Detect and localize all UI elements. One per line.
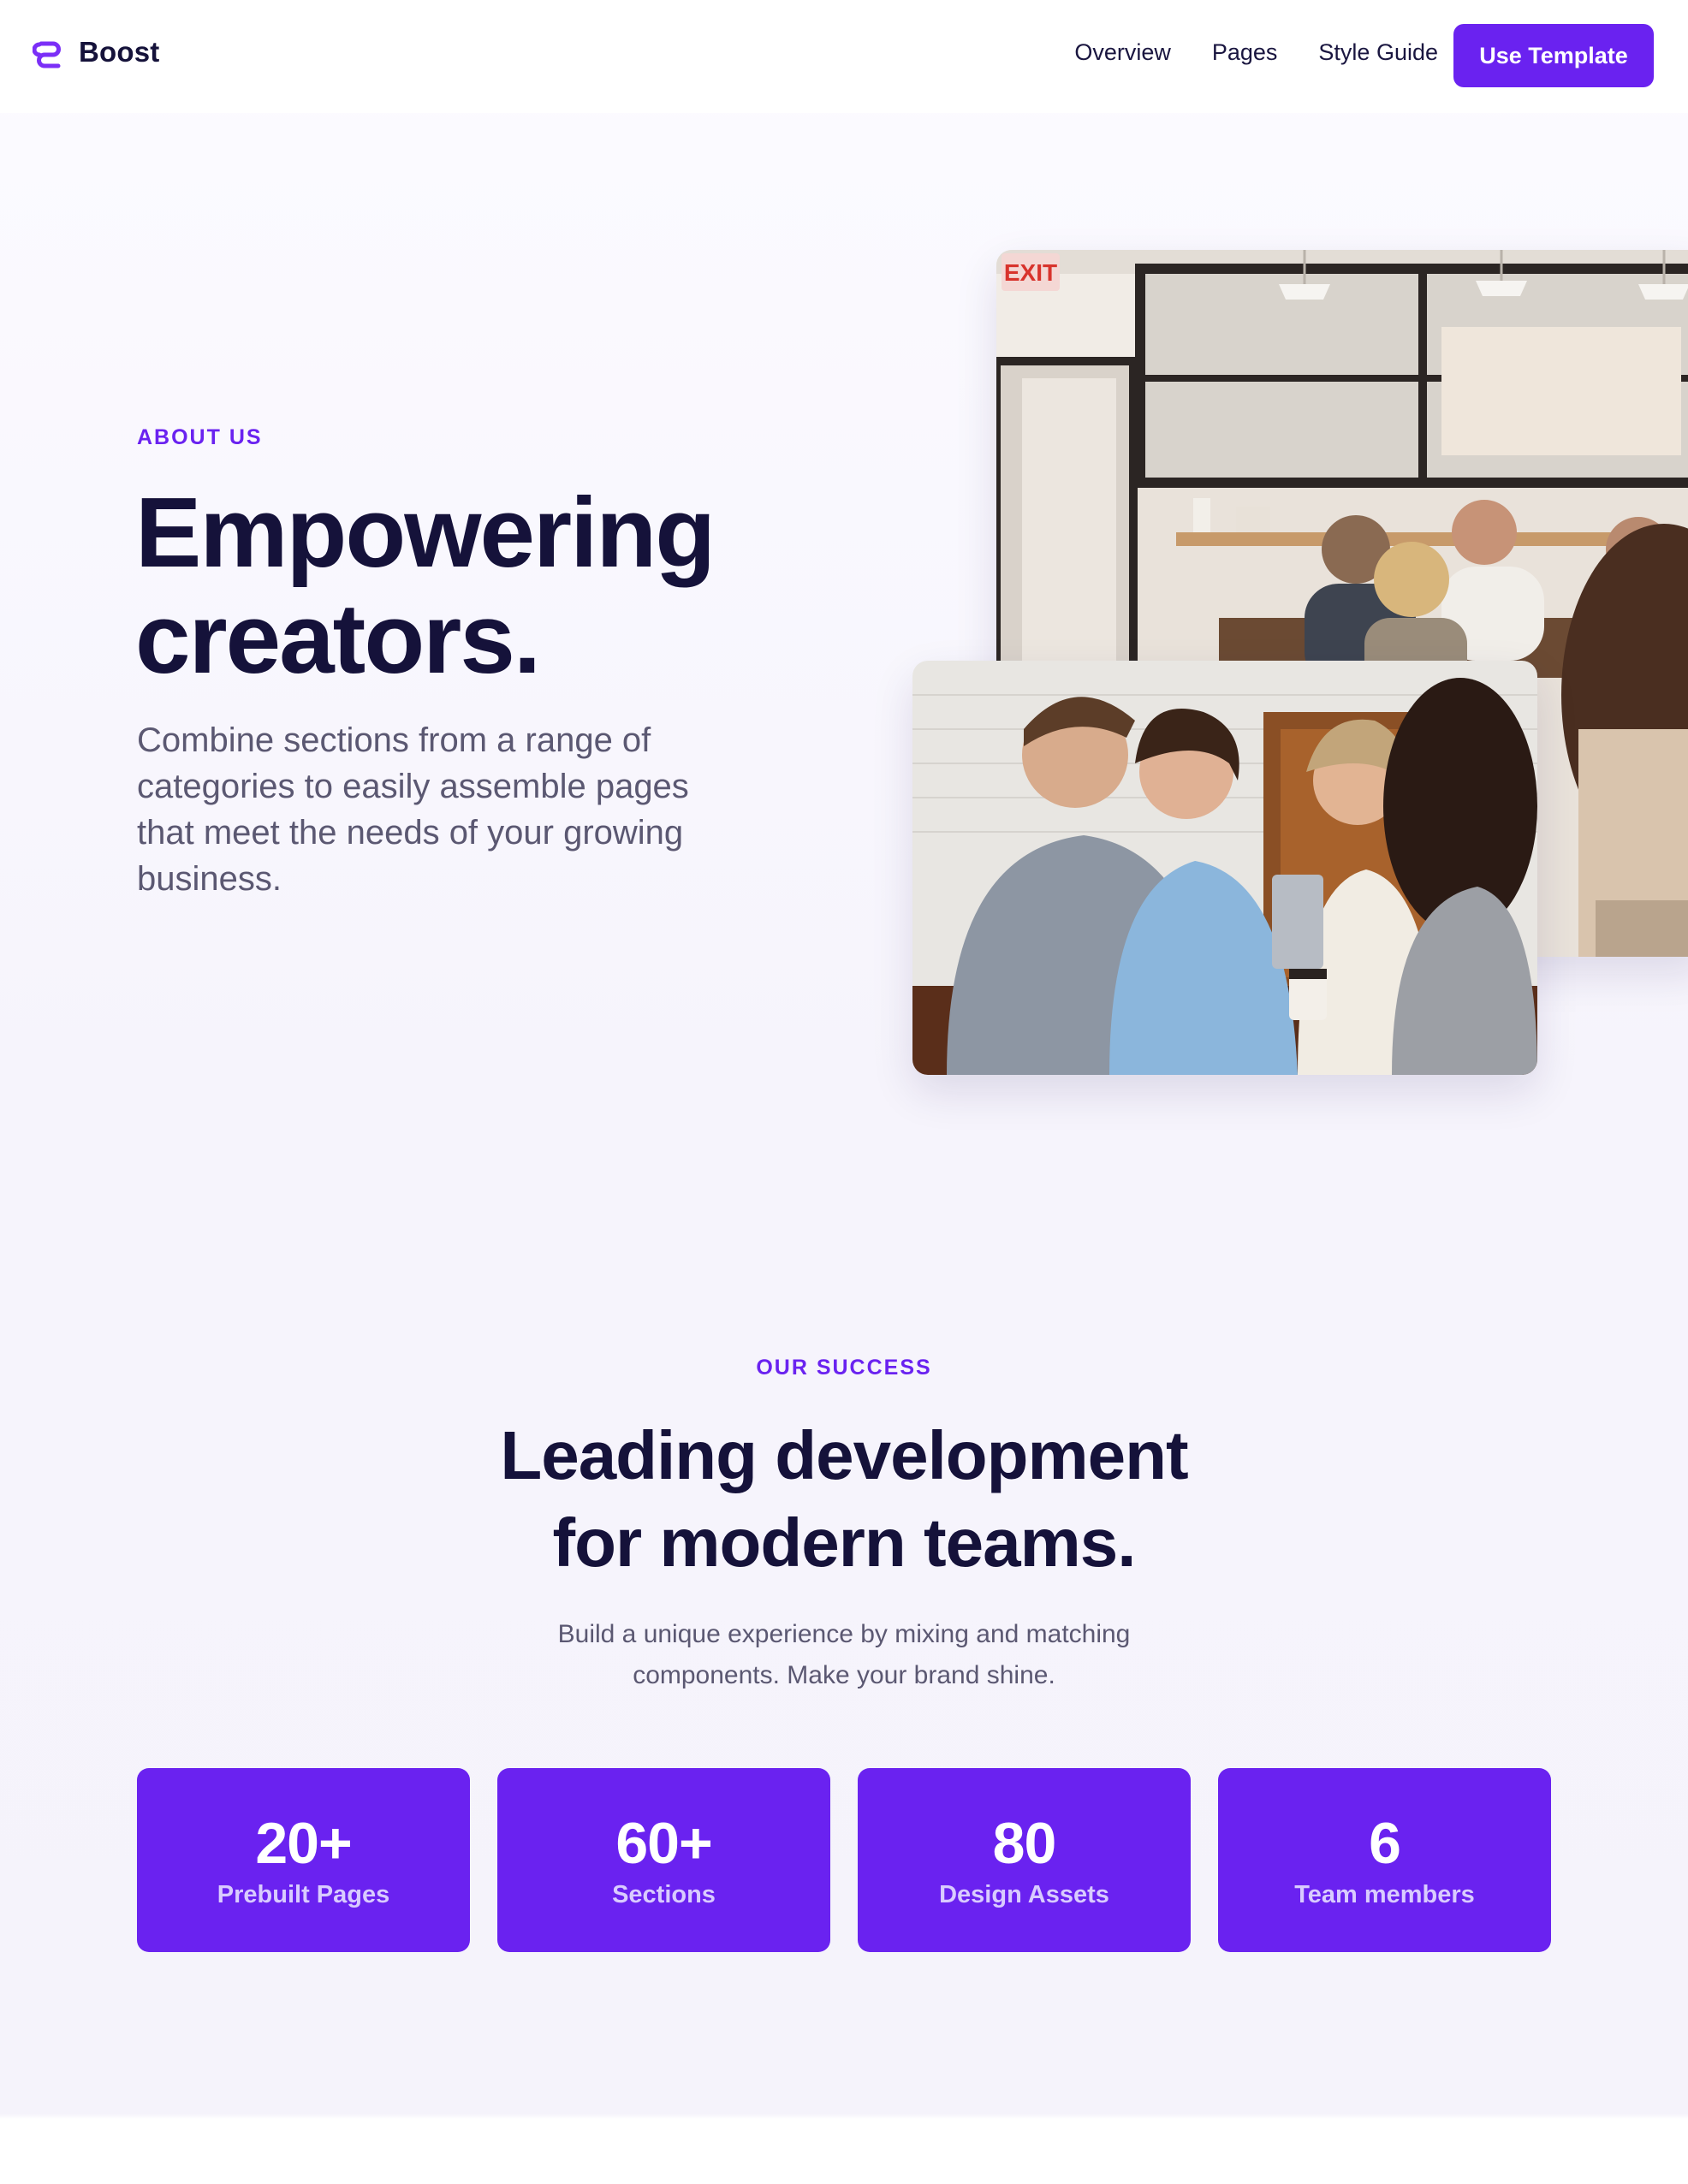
main-nav: Overview Pages Style Guide [1074,39,1438,66]
stat-value: 60+ [615,1811,712,1876]
success-eyebrow: OUR SUCCESS [756,1356,932,1380]
use-template-button[interactable]: Use Template [1453,24,1654,87]
nav-link-style-guide[interactable]: Style Guide [1318,39,1438,66]
brand-logo-link[interactable]: Boost [33,36,160,68]
stat-label: Design Assets [939,1881,1109,1908]
stat-label: Team members [1294,1881,1475,1908]
success-title: Leading development for modern teams. [0,1412,1688,1587]
hero-description: Combine sections from a range of categor… [137,721,689,898]
hero-eyebrow: ABOUT US [137,425,263,449]
stat-card-sections: 60+ Sections [497,1768,830,1952]
page: Boost Overview Pages Style Guide Use Tem… [0,0,1688,2184]
friends-laptop-photo [912,661,1537,1075]
stat-label: Sections [612,1881,716,1908]
hero-title: Empowering creators. [135,479,786,691]
stat-card-design-assets: 80 Design Assets [858,1768,1191,1952]
success-description: Build a unique experience by mixing and … [557,1620,1131,1689]
nav-link-pages[interactable]: Pages [1212,39,1278,66]
success-title-line-1: Leading development [500,1417,1188,1493]
success-title-line-2: for modern teams. [552,1504,1137,1581]
nav-link-overview[interactable]: Overview [1074,39,1171,66]
site-header: Boost Overview Pages Style Guide Use Tem… [0,0,1688,113]
hero-title-line-2: creators. [135,583,541,694]
stat-card-prebuilt-pages: 20+ Prebuilt Pages [137,1768,470,1952]
exit-sign: EXIT [1004,259,1057,286]
hero-title-line-1: Empowering [135,477,716,588]
stat-value: 6 [1369,1811,1401,1876]
stat-value: 80 [992,1811,1057,1876]
link-loop-icon [33,41,61,68]
stats-row: 20+ Prebuilt Pages 60+ Sections 80 Desig… [137,1768,1551,1952]
stat-label: Prebuilt Pages [217,1881,390,1908]
brand-name: Boost [79,36,160,68]
stat-card-team-members: 6 Team members [1218,1768,1551,1952]
stat-value: 20+ [255,1811,352,1876]
